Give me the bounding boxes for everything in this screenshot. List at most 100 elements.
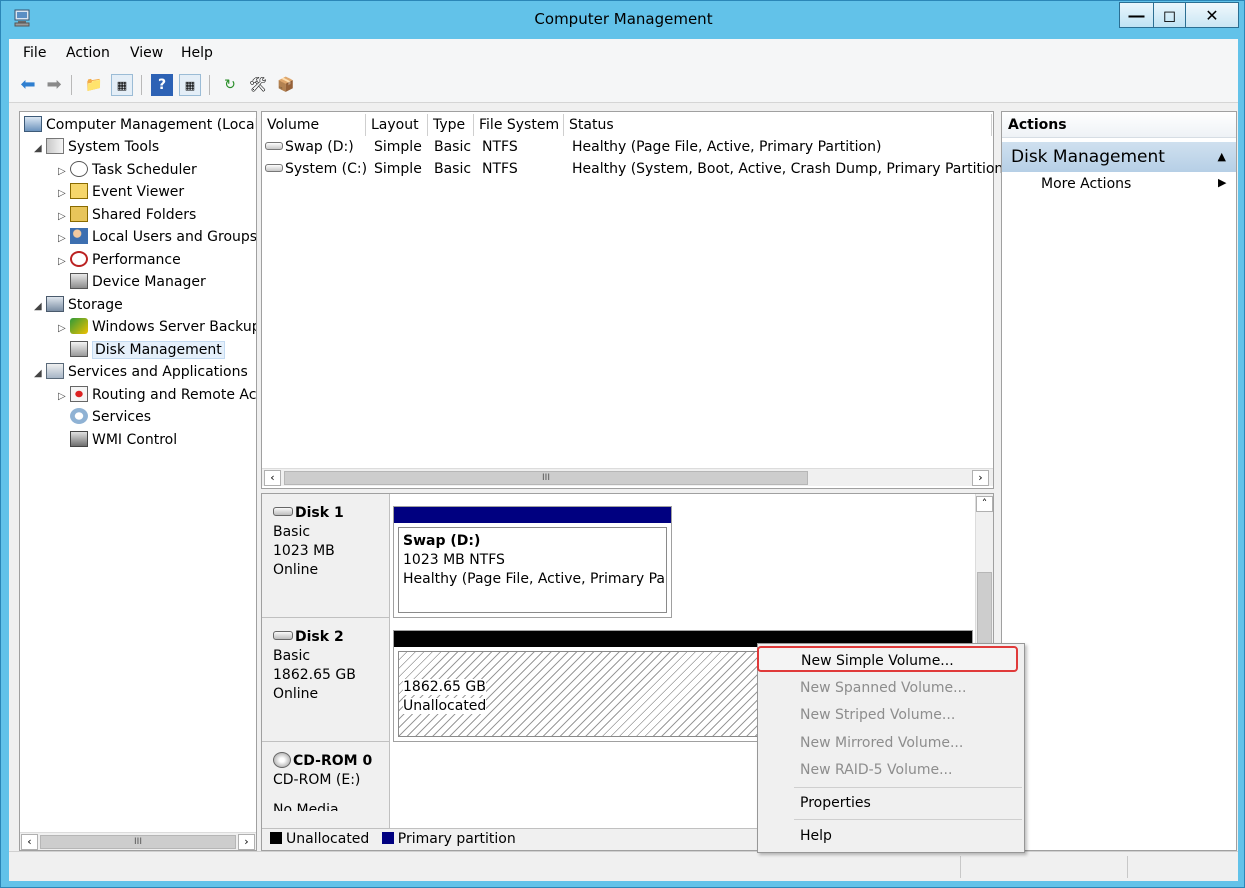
collapse-up-icon[interactable]: ▲	[1218, 142, 1226, 172]
close-button[interactable]: ✕	[1185, 2, 1239, 28]
toolbar-separator	[71, 75, 72, 95]
collapsed-arrow-icon[interactable]: ▷	[58, 386, 70, 408]
tree-node-event-viewer[interactable]: ▷ Event Viewer	[58, 181, 184, 203]
volume-list: Volume Layout Type File System Status Sw…	[261, 111, 1009, 489]
menu-view[interactable]: View	[130, 45, 163, 61]
drive-icon	[265, 164, 283, 172]
menu-file[interactable]: File	[23, 45, 46, 61]
backup-icon	[70, 318, 88, 334]
menu-action[interactable]: Action	[66, 45, 110, 61]
toolbar: ⬅ ➡ 📁 ▦ ? ▦ ↻ 🛠 📦	[9, 67, 1238, 103]
collapsed-arrow-icon[interactable]: ▷	[58, 318, 70, 340]
client-area: File Action View Help ⬅ ➡ 📁 ▦ ? ▦ ↻ 🛠 📦 …	[9, 39, 1238, 881]
tree-node-device-manager[interactable]: Device Manager	[70, 271, 206, 293]
column-header-file-system[interactable]: File System	[474, 114, 564, 136]
partition-swap-d[interactable]: Swap (D:) 1023 MB NTFS Healthy (Page Fil…	[393, 506, 672, 618]
collapsed-arrow-icon[interactable]: ▷	[58, 161, 70, 183]
disk-2-label[interactable]: Disk 2 Basic 1862.65 GB Online	[262, 618, 390, 742]
scroll-left-icon[interactable]: ‹	[21, 834, 38, 850]
new-raid5-volume-item[interactable]: New RAID-5 Volume...	[758, 757, 1024, 783]
scroll-right-icon[interactable]: ›	[238, 834, 255, 850]
column-header-status[interactable]: Status	[564, 114, 992, 136]
new-mirrored-volume-item[interactable]: New Mirrored Volume...	[758, 730, 1024, 756]
shared-folder-icon	[70, 206, 88, 222]
new-spanned-volume-item[interactable]: New Spanned Volume...	[758, 675, 1024, 701]
expanded-arrow-icon[interactable]: ◢	[34, 296, 46, 318]
storage-icon	[46, 296, 64, 312]
tree-node-routing-remote-access[interactable]: ▷ Routing and Remote Ac	[58, 384, 256, 406]
scroll-left-icon[interactable]: ‹	[264, 470, 281, 486]
actions-section-disk-management[interactable]: Disk Management ▲	[1002, 142, 1236, 172]
tree-node-disk-management[interactable]: Disk Management	[70, 339, 225, 361]
unallocated-swatch	[270, 832, 282, 844]
new-striped-volume-item[interactable]: New Striped Volume...	[758, 702, 1024, 728]
tree-node-performance[interactable]: ▷ Performance	[58, 249, 181, 271]
menu-bar: File Action View Help	[9, 39, 1238, 67]
export-list-icon[interactable]: 📦	[275, 74, 297, 96]
collapsed-arrow-icon[interactable]: ▷	[58, 251, 70, 273]
properties-item[interactable]: Properties	[758, 790, 1024, 816]
volume-list-horizontal-scrollbar[interactable]: ‹ III ›	[262, 468, 993, 486]
status-divider	[1127, 856, 1128, 878]
forward-arrow-icon[interactable]: ➡	[43, 74, 65, 96]
tree-node-task-scheduler[interactable]: ▷ Task Scheduler	[58, 159, 197, 181]
more-actions-item[interactable]: More Actions	[1041, 176, 1131, 192]
show-hide-tree-icon[interactable]: ▦	[111, 74, 133, 96]
new-simple-volume-item[interactable]: New Simple Volume...	[757, 646, 1018, 672]
up-folder-icon[interactable]: 📁	[83, 74, 105, 96]
column-header-volume[interactable]: Volume	[262, 114, 366, 136]
scroll-thumb[interactable]: III	[40, 835, 236, 849]
show-hide-action-pane-icon[interactable]: ▦	[179, 74, 201, 96]
menu-separator	[794, 819, 1022, 820]
actions-pane: Actions Disk Management ▲ More Actions ▶	[1001, 111, 1237, 851]
help-icon[interactable]: ?	[151, 74, 173, 96]
tree-node-windows-server-backup[interactable]: ▷ Windows Server Backup	[58, 316, 256, 340]
disk-1-label[interactable]: Disk 1 Basic 1023 MB Online	[262, 494, 390, 618]
console-tree: Computer Management (Local ◢ System Tools…	[19, 111, 257, 851]
cd-rom-icon	[273, 752, 291, 768]
properties-icon[interactable]: 🛠	[247, 74, 269, 96]
table-row[interactable]: System (C:) Simple Basic NTFS Healthy (S…	[262, 158, 1009, 180]
expanded-arrow-icon[interactable]: ◢	[34, 363, 46, 385]
tree-node-wmi-control[interactable]: WMI Control	[70, 429, 177, 451]
tree-node-root[interactable]: Computer Management (Local	[24, 114, 256, 136]
column-header-type[interactable]: Type	[428, 114, 474, 136]
status-divider	[960, 856, 961, 878]
users-icon	[70, 228, 88, 244]
computer-icon	[24, 116, 42, 132]
cd-rom-label[interactable]: CD-ROM 0 CD-ROM (E:) No Media	[262, 742, 390, 842]
menu-help[interactable]: Help	[181, 45, 213, 61]
help-item[interactable]: Help	[758, 823, 1024, 849]
expanded-arrow-icon[interactable]: ◢	[34, 138, 46, 160]
close-icon: ✕	[1205, 6, 1219, 25]
tree-node-shared-folders[interactable]: ▷ Shared Folders	[58, 204, 196, 226]
collapsed-arrow-icon[interactable]: ▷	[58, 228, 70, 250]
column-header-layout[interactable]: Layout	[366, 114, 428, 136]
disk-management-icon	[70, 341, 88, 357]
services-applications-icon	[46, 363, 64, 379]
back-arrow-icon[interactable]: ⬅	[17, 74, 39, 96]
tree-node-services-applications[interactable]: ◢ Services and Applications	[34, 361, 248, 383]
submenu-arrow-icon[interactable]: ▶	[1218, 176, 1226, 189]
gear-icon	[70, 408, 88, 424]
collapsed-arrow-icon[interactable]: ▷	[58, 206, 70, 228]
tree-node-storage[interactable]: ◢ Storage	[34, 294, 123, 316]
collapsed-arrow-icon[interactable]: ▷	[58, 183, 70, 205]
scroll-up-icon[interactable]: ˄	[976, 496, 993, 512]
disk-icon	[273, 507, 293, 516]
scroll-right-icon[interactable]: ›	[972, 470, 989, 486]
maximize-button[interactable]: ◻	[1153, 2, 1185, 28]
toolbar-separator	[209, 75, 210, 95]
tree-node-services[interactable]: Services	[70, 406, 151, 428]
title-bar[interactable]: Computer Management ― ◻ ✕	[1, 1, 1244, 39]
table-row[interactable]: Swap (D:) Simple Basic NTFS Healthy (Pag…	[262, 136, 992, 158]
tree-node-system-tools[interactable]: ◢ System Tools	[34, 136, 159, 158]
refresh-icon[interactable]: ↻	[219, 74, 241, 96]
tree-horizontal-scrollbar[interactable]: ‹ III ›	[20, 832, 256, 850]
disk-icon	[273, 631, 293, 640]
window-title: Computer Management	[534, 10, 713, 28]
drive-icon	[265, 142, 283, 150]
scroll-thumb[interactable]: III	[284, 471, 808, 485]
minimize-button[interactable]: ―	[1119, 2, 1153, 28]
tree-node-local-users[interactable]: ▷ Local Users and Groups	[58, 226, 256, 250]
